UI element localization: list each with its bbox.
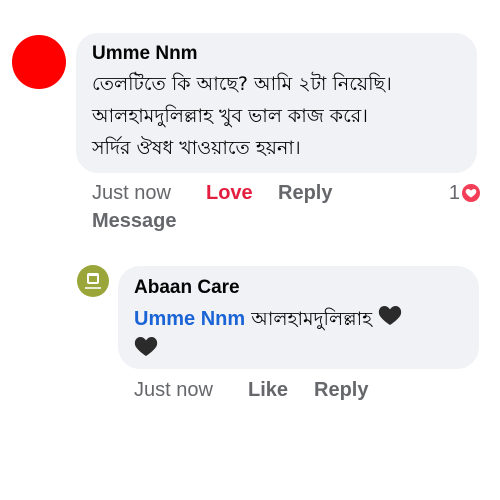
avatar[interactable] (12, 35, 66, 89)
black-heart-icon (134, 335, 158, 366)
reply-button[interactable]: Reply (278, 180, 332, 206)
reaction-count[interactable]: 1 (449, 180, 460, 206)
reply-button[interactable]: Reply (314, 377, 368, 403)
calendar-icon (87, 273, 99, 284)
comment-line: সর্দির ঔষধ খাওয়াতে হয়না। (92, 137, 301, 159)
comment-line: আলহামদুলিল্লাহ খুব ভাল কাজ করে। (92, 105, 368, 127)
like-button[interactable]: Like (248, 377, 288, 403)
avatar[interactable] (77, 265, 109, 297)
comment-author[interactable]: Umme Nnm (92, 42, 463, 66)
comment-text: তেলটিতে কি আছে? আমি ২টা নিয়েছি। আলহামদু… (92, 68, 463, 164)
timestamp[interactable]: Just now (92, 180, 171, 206)
timestamp[interactable]: Just now (134, 377, 213, 403)
reply-body: আলহামদুলিল্লাহ (251, 308, 373, 330)
heart-icon[interactable] (460, 182, 482, 204)
comment-actions: Just now Love Reply Message 1 (92, 180, 482, 236)
reply-actions: Just now Like Reply (134, 377, 434, 407)
reply-bubble: Abaan Care Umme Nnm আলহামদুলিল্লাহ (118, 266, 479, 369)
black-heart-icon (378, 304, 402, 335)
message-button[interactable]: Message (92, 208, 177, 234)
mention-link[interactable]: Umme Nnm (134, 308, 245, 330)
comment-line: তেলটিতে কি আছে? আমি ২টা নিয়েছি। (92, 73, 392, 95)
comment-bubble: Umme Nnm তেলটিতে কি আছে? আমি ২টা নিয়েছি… (76, 33, 477, 173)
reply-author[interactable]: Abaan Care (134, 276, 465, 300)
reply-text: Umme Nnm আলহামদুলিল্লাহ (134, 304, 465, 366)
love-reaction-button[interactable]: Love (206, 180, 253, 206)
